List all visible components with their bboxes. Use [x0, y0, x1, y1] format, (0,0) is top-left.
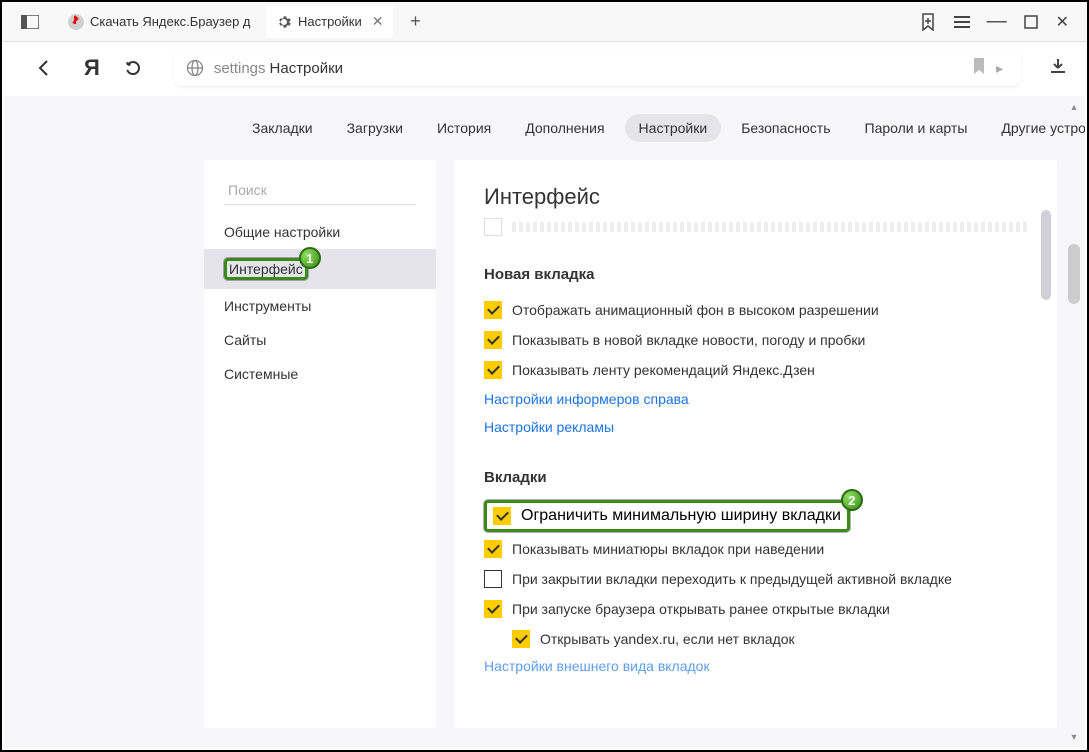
- sidebar-item-system[interactable]: Системные: [204, 357, 436, 391]
- panel-toggle-button[interactable]: [10, 6, 50, 38]
- checkbox-news-weather[interactable]: [484, 331, 502, 349]
- sidebar-item-interface[interactable]: Интерфейс 1: [204, 249, 436, 289]
- topnav-security[interactable]: Безопасность: [727, 114, 844, 142]
- checkbox-restore-tabs[interactable]: [484, 600, 502, 618]
- gear-icon: [276, 14, 292, 30]
- reload-button[interactable]: [120, 55, 146, 81]
- settings-main: Поиск Общие настройки Интерфейс 1 Инстру…: [4, 160, 1085, 748]
- scroll-track[interactable]: [1067, 114, 1081, 730]
- topnav-settings[interactable]: Настройки: [625, 114, 722, 142]
- callout-2: 2: [841, 489, 863, 511]
- check-label: Отображать анимационный фон в высоком ра…: [512, 302, 879, 318]
- panel-scrollbar[interactable]: [1041, 180, 1051, 380]
- check-news-weather: Показывать в новой вкладке новости, пого…: [484, 325, 1027, 355]
- section-new-tab-heading: Новая вкладка: [484, 266, 1027, 283]
- maximize-button[interactable]: [1024, 15, 1038, 29]
- check-label: Открывать yandex.ru, если нет вкладок: [540, 631, 795, 647]
- obscured-option: [484, 216, 1027, 238]
- check-label: Показывать ленту рекомендаций Яндекс.Дзе…: [512, 362, 815, 378]
- minimize-button[interactable]: —: [988, 10, 1006, 33]
- checkbox-zen[interactable]: [484, 361, 502, 379]
- downloads-button[interactable]: [1049, 57, 1067, 80]
- back-button[interactable]: [32, 55, 58, 81]
- new-tab-button[interactable]: +: [399, 6, 431, 38]
- sidebar-item-sites[interactable]: Сайты: [204, 323, 436, 357]
- callout-1: 1: [299, 247, 321, 269]
- check-open-yandex: Открывать yandex.ru, если нет вкладок: [484, 624, 1027, 654]
- close-window-button[interactable]: ✕: [1056, 12, 1069, 32]
- tab-title: Скачать Яндекс.Браузер д: [90, 14, 251, 29]
- scroll-down[interactable]: ▾: [1067, 730, 1081, 744]
- topnav-bookmarks[interactable]: Закладки: [238, 114, 327, 142]
- globe-icon: [186, 59, 204, 77]
- checkbox-tab-thumbs[interactable]: [484, 540, 502, 558]
- omnibox[interactable]: settings Настройки ▸: [174, 50, 1021, 86]
- tab-title: Настройки: [298, 14, 362, 29]
- sidebar-item-general[interactable]: Общие настройки: [204, 215, 436, 249]
- check-tab-thumbs: Показывать миниатюры вкладок при наведен…: [484, 534, 1027, 564]
- obscured-label: [512, 222, 1027, 232]
- panel-title: Интерфейс: [484, 184, 1027, 210]
- check-label: При запуске браузера открывать ранее отк…: [512, 601, 890, 617]
- checkbox-open-yandex[interactable]: [512, 630, 530, 648]
- check-label: При закрытии вкладки переходить к предыд…: [512, 571, 952, 587]
- check-zen: Показывать ленту рекомендаций Яндекс.Дзе…: [484, 355, 1027, 385]
- home-button[interactable]: Я: [84, 55, 100, 81]
- link-informers-anchor[interactable]: Настройки информеров справа: [484, 391, 689, 407]
- link-ads: Настройки рекламы: [484, 413, 1027, 441]
- settings-top-nav: Закладки Загрузки История Дополнения Нас…: [4, 96, 1085, 160]
- close-icon[interactable]: ✕: [372, 13, 384, 30]
- link-ads-anchor[interactable]: Настройки рекламы: [484, 419, 614, 435]
- panel-scroll-thumb[interactable]: [1041, 210, 1051, 300]
- topnav-history[interactable]: История: [423, 114, 505, 142]
- browser-tab-1[interactable]: Настройки ✕: [266, 6, 393, 38]
- bookmark-icon[interactable]: [972, 58, 986, 78]
- omnibox-protocol: settings: [214, 60, 266, 77]
- check-close-prev: При закрытии вкладки переходить к предыд…: [484, 564, 1027, 594]
- address-bar: Я settings Настройки ▸: [2, 42, 1087, 94]
- topnav-addons[interactable]: Дополнения: [511, 114, 618, 142]
- check-label: Ограничить минимальную ширину вкладки: [521, 507, 841, 525]
- section-tabs-heading: Вкладки: [484, 469, 1027, 486]
- page-scrollbar[interactable]: ▴ ▾: [1067, 100, 1081, 744]
- scroll-thumb[interactable]: [1068, 244, 1080, 304]
- sidebar-item-tools[interactable]: Инструменты: [204, 289, 436, 323]
- search-input[interactable]: Поиск: [224, 176, 416, 205]
- checkbox-min-tab-width[interactable]: [493, 507, 511, 525]
- link-tab-appearance[interactable]: Настройки внешнего вида вкладок: [484, 658, 1027, 674]
- checkbox-close-prev[interactable]: [484, 570, 502, 588]
- window-titlebar: Скачать Яндекс.Браузер д Настройки ✕ + —…: [2, 2, 1087, 42]
- check-anim-bg: Отображать анимационный фон в высоком ра…: [484, 295, 1027, 325]
- link-informers: Настройки информеров справа: [484, 385, 1027, 413]
- scroll-up[interactable]: ▴: [1067, 100, 1081, 114]
- obscured-checkbox[interactable]: [484, 218, 502, 236]
- bookmark-ribbon-icon[interactable]: [920, 13, 936, 31]
- omnibox-path: Настройки: [270, 60, 344, 77]
- check-label: Показывать миниатюры вкладок при наведен…: [512, 541, 824, 557]
- settings-panel: Интерфейс Новая вкладка Отображать анима…: [454, 160, 1057, 728]
- page-content: ▴ ▾ Закладки Загрузки История Дополнения…: [4, 96, 1085, 748]
- yandex-favicon: [68, 14, 84, 30]
- sidebar-item-label: Интерфейс: [229, 261, 303, 277]
- browser-tab-0[interactable]: Скачать Яндекс.Браузер д: [58, 6, 258, 38]
- topnav-passwords[interactable]: Пароли и карты: [851, 114, 982, 142]
- omnibox-expand-icon: ▸: [996, 60, 1003, 77]
- check-min-tab-width: Ограничить минимальную ширину вкладки 2: [484, 500, 850, 532]
- menu-icon[interactable]: [954, 15, 970, 29]
- settings-sidebar: Поиск Общие настройки Интерфейс 1 Инстру…: [204, 160, 436, 728]
- checkbox-anim-bg[interactable]: [484, 301, 502, 319]
- check-restore-tabs: При запуске браузера открывать ранее отк…: [484, 594, 1027, 624]
- check-label: Показывать в новой вкладке новости, пого…: [512, 332, 865, 348]
- highlight-box-1: Интерфейс 1: [224, 258, 308, 280]
- topnav-downloads[interactable]: Загрузки: [333, 114, 417, 142]
